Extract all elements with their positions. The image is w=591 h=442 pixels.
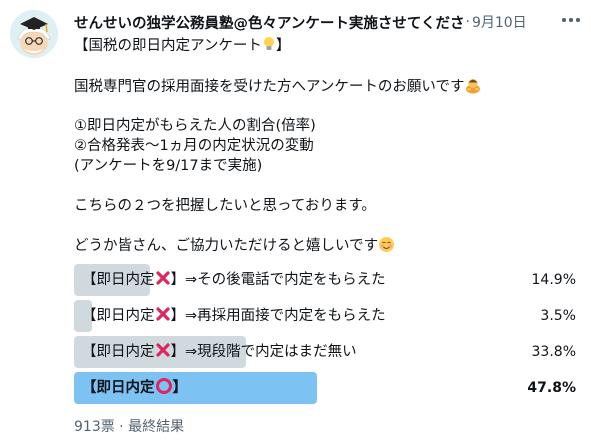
- poll-option-label: 【即日内定 】⇒現段階で内定はまだ無い: [82, 343, 357, 360]
- poll-option-label: 【即日内定 】⇒その後電話で内定をもらえた: [82, 271, 386, 288]
- poll-option-4-winner[interactable]: 【即日内定】 47.8%: [74, 372, 582, 404]
- tweet-header: せんせいの独学公務員塾@色々アンケート実施させてくださ · 9月10日: [74, 12, 551, 32]
- poll-option-percent: 14.9%: [531, 272, 576, 288]
- separator-dot: ·: [465, 14, 470, 30]
- text-line-7: どうか皆さん、ご協力いただけると嬉しいです: [74, 236, 574, 256]
- text-line-2: 国税専門官の採用面接を受けた方へアンケートのお願いです: [74, 76, 574, 96]
- poll-option-label: 【即日内定 】⇒再採用面接で内定をもらえた: [82, 307, 386, 324]
- poll-footer: 913票 · 最終結果: [74, 419, 185, 435]
- text-line-5: (アンケートを9/17まで実施): [74, 158, 263, 174]
- red-circle-icon: [155, 378, 172, 394]
- more-dots-icon[interactable]: [560, 13, 582, 27]
- smiling-face-emoji: [379, 237, 395, 252]
- text-line-3: ①即日内定がもらえた人の割合(倍率): [74, 118, 316, 134]
- poll: 【即日内定 】⇒その後電話で内定をもらえた 14.9% 【即日内定 】⇒再採用面接で…: [74, 264, 582, 408]
- cross-mark-icon: [155, 271, 170, 285]
- poll-option-label: 【即日内定】: [82, 372, 187, 404]
- avatar-illustration: [10, 10, 58, 58]
- tweet-text: 【国税の即日内定アンケート】 国税専門官の採用面接を受けた方へアンケートのお願い…: [74, 36, 574, 256]
- poll-option-3[interactable]: 【即日内定 】⇒現段階で内定はまだ無い 33.8%: [74, 336, 582, 368]
- tweet-date[interactable]: 9月10日: [472, 12, 527, 32]
- bowing-person-emoji: [466, 79, 481, 94]
- avatar[interactable]: [10, 10, 58, 58]
- poll-option-2[interactable]: 【即日内定 】⇒再採用面接で内定をもらえた 3.5%: [74, 300, 582, 332]
- text-line-4: ②合格発表〜1ヵ月の内定状況の変動: [74, 138, 314, 154]
- author-name[interactable]: せんせいの独学公務員塾@色々アンケート実施させてくださ: [74, 12, 464, 33]
- poll-option-1[interactable]: 【即日内定 】⇒その後電話で内定をもらえた 14.9%: [74, 264, 582, 296]
- lightbulb-icon: [263, 37, 274, 50]
- text-line-6: こちらの２つを把握したいと思っております。: [74, 198, 376, 214]
- cross-mark-icon: [155, 343, 170, 357]
- poll-option-percent: 3.5%: [540, 308, 576, 324]
- text-line-1: 【国税の即日内定アンケート】: [74, 37, 291, 54]
- poll-option-percent: 47.8%: [527, 380, 576, 396]
- cross-mark-icon: [155, 307, 170, 321]
- poll-option-percent: 33.8%: [531, 344, 576, 360]
